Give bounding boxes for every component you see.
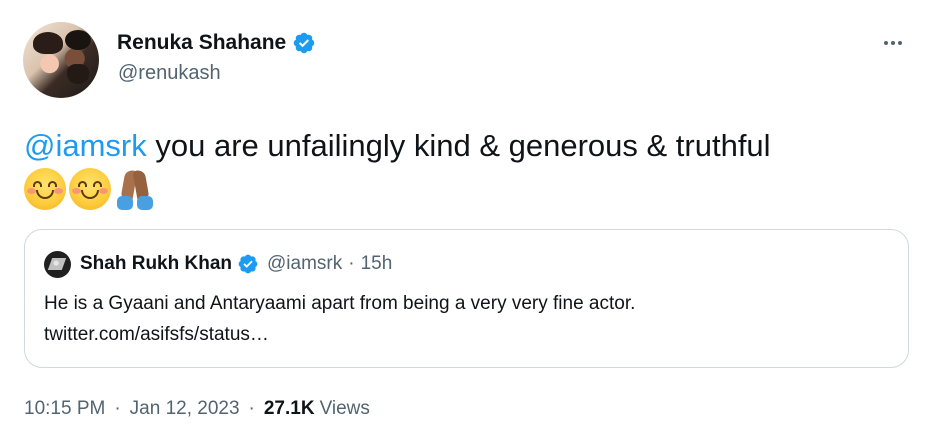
quoted-tweet-link[interactable]: twitter.com/asifsfs/status… <box>44 319 894 350</box>
author-avatar[interactable] <box>23 22 99 98</box>
quoted-tweet-header: Shah Rukh Khan @iamsrk · 15h <box>44 250 392 278</box>
quoted-tweet-text: He is a Gyaani and Antaryaami apart from… <box>44 288 894 350</box>
tweet-body-text: you are unfailingly kind & generous & tr… <box>146 128 771 163</box>
more-options-icon[interactable] <box>873 28 913 58</box>
smiling-face-emoji-icon <box>69 168 111 210</box>
quoted-author-name: Shah Rukh Khan <box>80 253 233 274</box>
quoted-tweet[interactable]: Shah Rukh Khan @iamsrk · 15h He is a Gya… <box>24 229 909 368</box>
tweet-card: Renuka Shahane @renukash @iamsrk you are… <box>0 0 927 446</box>
tweet-date[interactable]: Jan 12, 2023 <box>130 398 240 420</box>
emoji-row <box>24 168 904 214</box>
author-name-row: Renuka Shahane <box>117 30 316 56</box>
tweet-time[interactable]: 10:15 PM <box>24 398 105 420</box>
folded-hands-emoji-icon <box>114 168 156 210</box>
separator-dot: · <box>114 398 121 419</box>
separator-dot: · <box>348 253 355 274</box>
tweet-text: @iamsrk you are unfailingly kind & gener… <box>24 124 904 214</box>
separator-dot: · <box>248 398 255 419</box>
mention-link[interactable]: @iamsrk <box>24 128 147 163</box>
verified-badge-icon <box>238 254 258 274</box>
quoted-tweet-line: He is a Gyaani and Antaryaami apart from… <box>44 293 636 314</box>
views-label: Views <box>319 398 370 419</box>
quoted-tweet-time[interactable]: 15h <box>361 253 393 275</box>
tweet-meta: 10:15 PM · Jan 12, 2023 · 27.1K Views <box>24 396 370 422</box>
author-handle[interactable]: @renukash <box>118 62 221 85</box>
quoted-author-avatar <box>44 250 71 278</box>
verified-badge-icon <box>293 32 315 54</box>
smiling-face-emoji-icon <box>24 168 66 210</box>
views-count: 27.1K <box>263 398 315 419</box>
author-display-name[interactable]: Renuka Shahane <box>117 31 286 55</box>
quoted-author-handle: @iamsrk <box>267 253 343 274</box>
